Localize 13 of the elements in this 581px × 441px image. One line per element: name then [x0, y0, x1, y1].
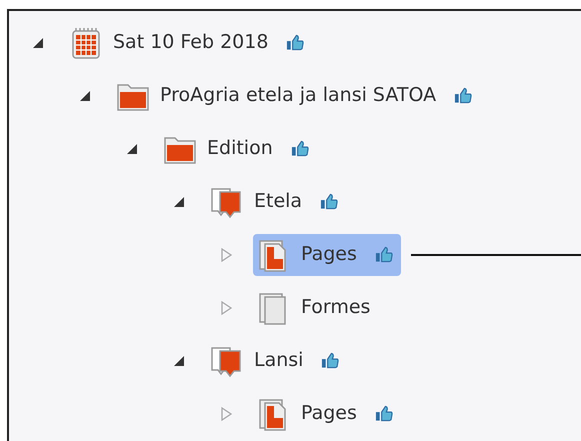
tree-item[interactable]: Edition [159, 128, 317, 170]
tree-item[interactable]: Sat 10 Feb 2018 [65, 22, 312, 64]
collapse-arrow-icon[interactable] [125, 142, 139, 156]
tree-item[interactable]: Lansi [206, 340, 348, 382]
tree-item[interactable]: Etela [206, 180, 346, 222]
tree-item[interactable]: ProAgria etela ja lansi SATOA [112, 74, 480, 116]
tree-item[interactable]: Pages [253, 392, 401, 434]
collapse-arrow-icon[interactable] [78, 88, 92, 102]
collapse-arrow-icon[interactable] [172, 354, 186, 368]
tree-item[interactable]: Formes [253, 286, 378, 328]
tree-item[interactable]: Pages [253, 234, 401, 276]
collapse-arrow-icon[interactable] [31, 36, 45, 50]
collapse-arrow-icon[interactable] [172, 194, 186, 208]
